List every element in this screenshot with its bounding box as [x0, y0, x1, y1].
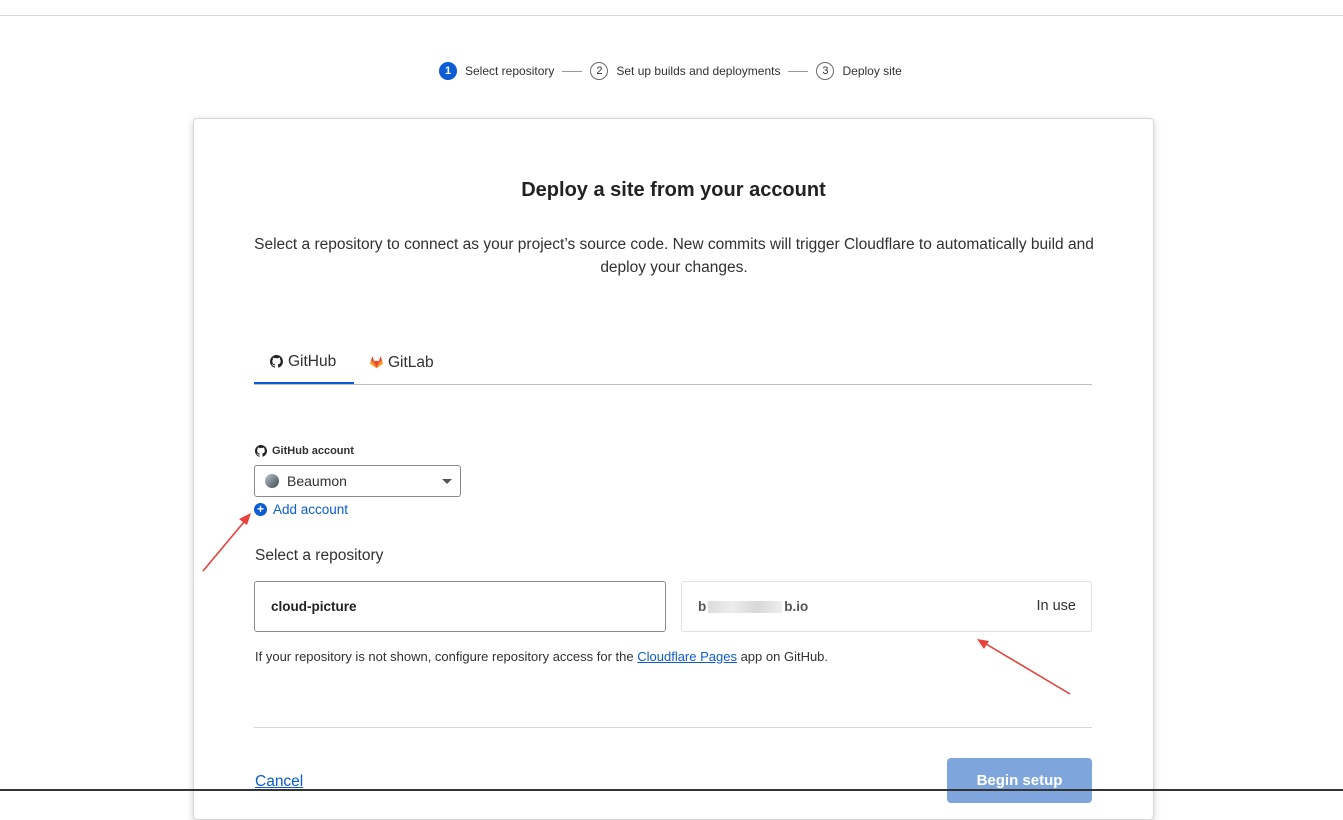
page-title: Deploy a site from your account [521, 179, 826, 201]
chevron-down-icon [442, 479, 452, 484]
begin-setup-button[interactable]: Begin setup [947, 758, 1092, 803]
label-text: GitHub account [272, 445, 354, 457]
step-connector [788, 70, 809, 72]
cloudflare-pages-link[interactable]: Cloudflare Pages [637, 649, 737, 664]
repository-option-cloud-picture[interactable]: cloud-picture [254, 581, 666, 632]
github-icon [255, 445, 267, 457]
step-label: Deploy site [842, 64, 902, 78]
repository-name-prefix: b [698, 599, 707, 614]
step-2: 2 Set up builds and deployments [590, 62, 780, 80]
step-connector [562, 70, 583, 72]
step-number: 3 [816, 62, 835, 80]
step-3: 3 Deploy site [816, 62, 902, 80]
github-account-select[interactable]: Beaumon [254, 465, 461, 497]
gitlab-icon [370, 356, 383, 369]
tab-gitlab[interactable]: GitLab [370, 341, 440, 384]
help-prefix: If your repository is not shown, configu… [255, 649, 638, 664]
page-description: Select a repository to connect as your p… [254, 236, 1094, 276]
step-label: Set up builds and deployments [616, 64, 781, 78]
redacted-mask [708, 601, 783, 614]
repository-name-suffix: b.io [784, 599, 809, 614]
repository-name: cloud-picture [271, 599, 357, 614]
in-use-badge: In use [1036, 598, 1077, 614]
avatar [265, 474, 279, 488]
github-account-label: GitHub account [255, 445, 354, 457]
help-suffix: app on GitHub. [736, 649, 829, 664]
add-account-label: Add account [273, 502, 349, 517]
selected-account: Beaumon [287, 473, 347, 489]
repository-help-text: If your repository is not shown, configu… [255, 649, 828, 664]
select-repository-label: Select a repository [255, 547, 384, 564]
deploy-card: Deploy a site from your account Select a… [193, 118, 1154, 820]
progress-stepper: 1 Select repository 2 Set up builds and … [439, 61, 902, 81]
tab-label: GitHub [288, 352, 337, 370]
repository-name: b b.io [698, 599, 808, 614]
step-number: 1 [439, 62, 457, 80]
github-icon [270, 355, 283, 368]
step-number: 2 [590, 62, 609, 80]
top-divider [0, 15, 1343, 16]
step-1: 1 Select repository [439, 62, 554, 80]
plus-circle-icon: + [254, 503, 267, 516]
step-label: Select repository [465, 64, 555, 78]
provider-tabs: GitHub GitLab [254, 341, 1092, 385]
tab-github[interactable]: GitHub [254, 341, 354, 384]
tab-label: GitLab [388, 353, 434, 371]
add-account-link[interactable]: + Add account [254, 502, 348, 517]
repository-option-in-use: b b.io In use [681, 581, 1092, 632]
footer-divider [254, 727, 1092, 728]
